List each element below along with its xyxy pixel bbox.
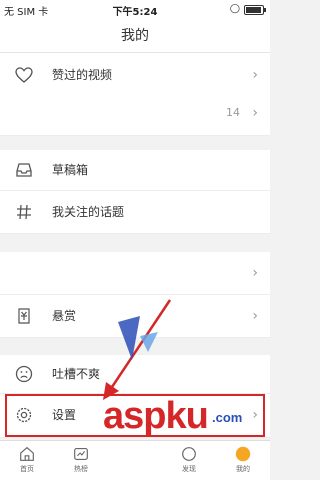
tab-bar: 首页 热榜 发现 我的: [0, 440, 270, 480]
tab-trending-label: 热榜: [74, 465, 88, 473]
settings-label: 设置: [52, 408, 77, 422]
tab-home-label: 首页: [20, 465, 34, 473]
discover-icon: [182, 447, 196, 461]
bounty-row[interactable]: 悬赏 ›: [0, 295, 270, 338]
home-icon: [20, 446, 34, 461]
tab-profile-label: 我的: [236, 465, 250, 473]
tab-profile[interactable]: 我的: [216, 441, 270, 480]
inbox-icon: [16, 163, 32, 177]
sad-face-icon: [15, 365, 33, 383]
trending-icon: [74, 448, 88, 460]
empty-row[interactable]: ›: [0, 252, 270, 295]
tab-discover[interactable]: 发现: [162, 441, 216, 480]
chevron-right-icon: ›: [252, 265, 258, 281]
feedback-row[interactable]: 吐槽不爽: [0, 355, 270, 394]
tab-home[interactable]: 首页: [0, 441, 54, 480]
status-bar: 无 SIM 卡 下午5:24 ◯: [0, 0, 270, 20]
chevron-right-icon: ›: [252, 308, 258, 324]
tab-discover-label: 发现: [182, 465, 196, 473]
followed-topics-label: 我关注的话题: [52, 205, 125, 219]
battery-icon: [244, 5, 266, 15]
gear-icon: [16, 407, 32, 423]
followed-topics-row[interactable]: 我关注的话题: [0, 191, 270, 234]
bounty-label: 悬赏: [52, 309, 77, 323]
drafts-label: 草稿箱: [52, 163, 89, 177]
feedback-label: 吐槽不爽: [52, 367, 101, 381]
orientation-lock-icon: ◯: [229, 4, 240, 14]
tab-trending[interactable]: 热榜: [54, 441, 108, 480]
count-row[interactable]: 14 ›: [0, 91, 270, 136]
chevron-right-icon: ›: [252, 105, 258, 121]
hashtag-icon: [17, 204, 31, 220]
page-title: 我的: [0, 20, 270, 53]
profile-icon: [235, 446, 251, 462]
chevron-right-icon: ›: [252, 407, 258, 423]
count-value: 14: [226, 106, 240, 119]
settings-row[interactable]: 设置 ›: [0, 394, 270, 438]
drafts-row[interactable]: 草稿箱: [0, 150, 270, 191]
bounty-icon: [18, 308, 30, 324]
heart-icon: [15, 67, 33, 83]
